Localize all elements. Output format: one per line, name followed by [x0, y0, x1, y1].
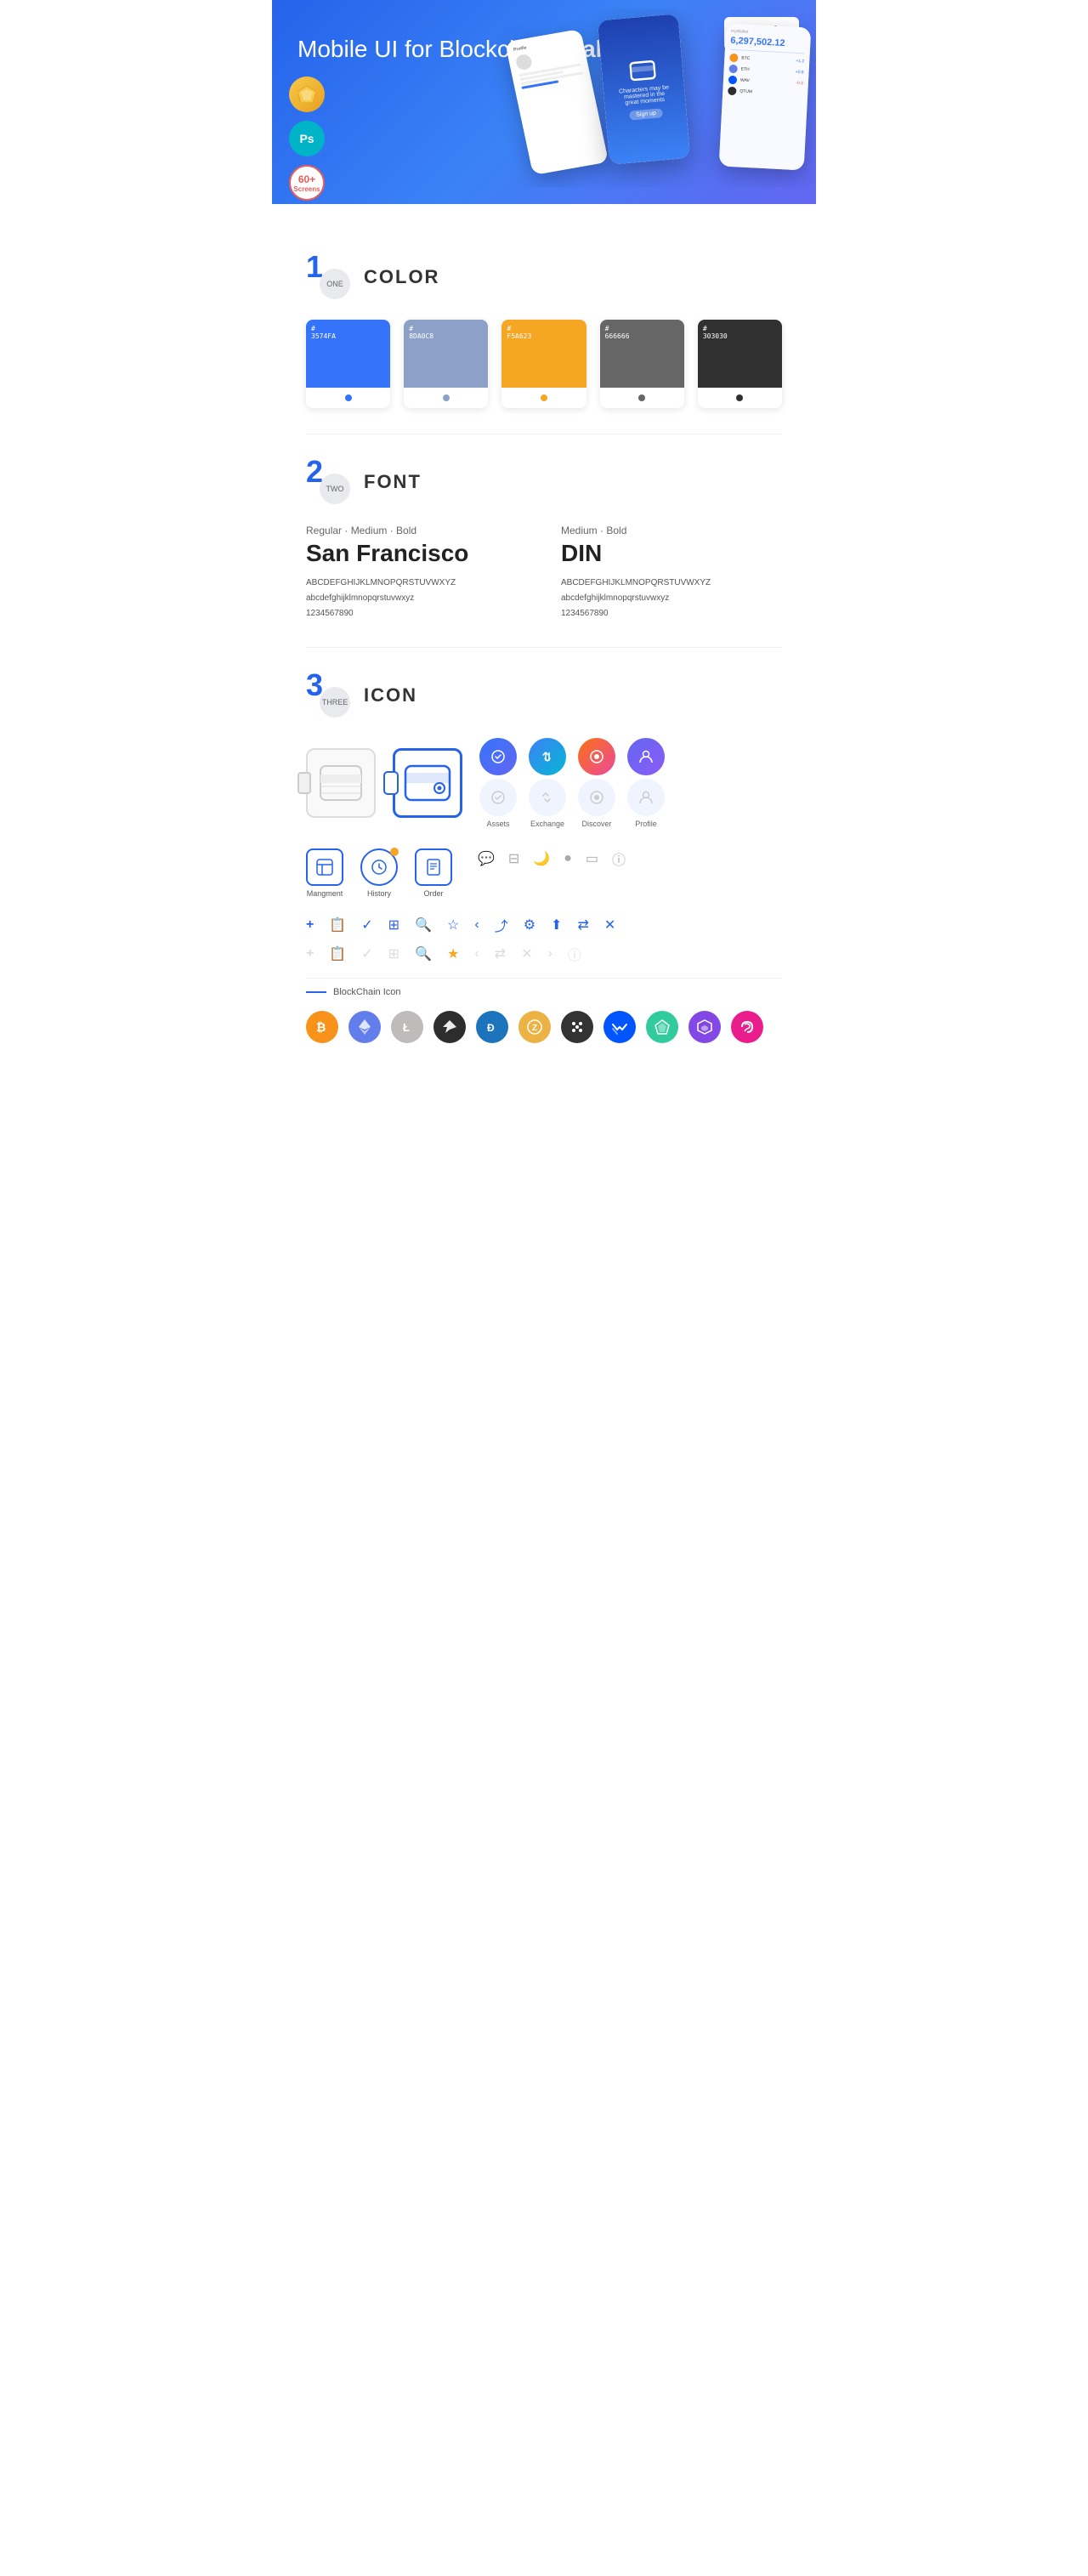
icon-wallet-colored [393, 748, 462, 818]
swap-icon: ⇄ [577, 916, 588, 933]
utility-icons-section: + 📋 ✓ ⊞ 🔍 ☆ ‹ ⤴ ⚙ ⬆ ⇄ ✕ + 📋 ✓ ⊞ 🔍 ★ ‹ ⇄ … [306, 915, 782, 964]
icon-assets: Assets [479, 738, 517, 828]
font-din: Medium · Bold DIN ABCDEFGHIJKLMNOPQRSTUV… [561, 525, 782, 621]
ps-badge: Ps [289, 121, 325, 156]
back-icon-outline: ‹ [474, 946, 479, 962]
blackcoin-icon [434, 1011, 466, 1043]
blockchain-label: BlockChain Icon [306, 987, 782, 997]
sketch-badge [289, 77, 325, 112]
font-section-header: 2 TWO FONT [306, 460, 782, 504]
waves-icon [604, 1011, 636, 1043]
forward-icon-outline: › [547, 946, 552, 962]
section-number-2: 2 TWO [306, 460, 350, 504]
icon-exchange: Exchange [529, 738, 566, 828]
layers-icon: ⊟ [508, 850, 519, 867]
icon-history: History [360, 848, 398, 898]
swatch-blue: #3574FA [306, 320, 390, 408]
icon-large-row: Assets Exchange [306, 738, 782, 828]
ethereum-icon [348, 1011, 381, 1043]
note-icon-outline: 📋 [329, 945, 346, 962]
plus-icon: + [306, 917, 314, 933]
star-filled-icon: ★ [447, 945, 459, 962]
export-icon: ⬆ [551, 916, 562, 933]
unknown-icon [731, 1011, 763, 1043]
icon-management: Mangment [306, 848, 343, 898]
litecoin-icon: Ł [391, 1011, 423, 1043]
kyber-icon [646, 1011, 678, 1043]
check-icon: ✓ [361, 916, 372, 933]
color-swatches: #3574FA #8DA0C8 #F5A623 #666666 #303030 [306, 320, 782, 408]
content-area: 1 ONE COLOR #3574FA #8DA0C8 #F5A623 #666… [272, 204, 816, 1069]
note-icon: 📋 [329, 916, 346, 933]
svg-text:₿: ₿ [316, 1020, 326, 1034]
svg-text:Đ: Đ [487, 1022, 495, 1034]
color-section-header: 1 ONE COLOR [306, 255, 782, 299]
x-icon-outline: ✕ [521, 945, 532, 962]
swap-arrows-icon: ⇄ [495, 945, 506, 962]
search-icon-outline: 🔍 [415, 945, 432, 962]
back-icon: ‹ [474, 917, 479, 933]
swatch-gray: #666666 [600, 320, 684, 408]
phone-center: Characters may be mastered in the great … [598, 14, 690, 165]
icon-profile: Profile [627, 738, 665, 828]
font-showcase: Regular · Medium · Bold San Francisco AB… [306, 525, 782, 621]
font-section-title: FONT [364, 471, 422, 493]
check-icon-outline: ✓ [361, 945, 372, 962]
plus-icon-outline: + [306, 946, 314, 962]
message-icon: ▭ [586, 850, 598, 867]
dash-icon: Đ [476, 1011, 508, 1043]
star-icon: ☆ [447, 916, 459, 933]
color-section-title: COLOR [364, 266, 439, 288]
icon-wireframe-1 [306, 748, 376, 818]
icon-app-row: Mangment History [306, 848, 782, 898]
hero-badges: Ps 60+ Screens [289, 77, 325, 201]
iota-icon [561, 1011, 593, 1043]
share-icon: ⤴ [495, 915, 508, 935]
qr-icon-outline: ⊞ [388, 945, 400, 962]
section-number-3: 3 THREE [306, 673, 350, 718]
info-icon-outline: ⓘ [568, 944, 581, 964]
bitcoin-icon: ₿ [306, 1011, 338, 1043]
moon-icon: 🌙 [533, 850, 550, 867]
named-icons-colored: Assets Exchange [479, 738, 665, 828]
swatch-dark: #303030 [698, 320, 782, 408]
swatch-gray-blue: #8DA0C8 [404, 320, 488, 408]
hero-section: Mobile UI for Blockchain Wallet UI Kit P… [272, 0, 816, 204]
circle-icon: ● [564, 851, 572, 866]
swatch-orange: #F5A623 [502, 320, 586, 408]
info-icon: ⓘ [612, 848, 626, 869]
blockchain-line [306, 991, 326, 993]
settings-icon: ⚙ [524, 916, 536, 933]
icon-section-title: ICON [364, 684, 417, 706]
misc-icons: 💬 ⊟ 🌙 ● ▭ ⓘ [478, 848, 626, 869]
crypto-icons-row: ₿ Ł Đ [306, 1011, 782, 1043]
screens-badge: 60+ Screens [289, 165, 325, 201]
svg-text:Z: Z [532, 1024, 537, 1033]
phone-mockups: Profile Characters may be mastered in th… [493, 9, 816, 187]
search-icon: 🔍 [415, 916, 432, 933]
section-number-1: 1 ONE [306, 255, 350, 299]
svg-text:Ł: Ł [403, 1021, 410, 1034]
chat-icon: 💬 [478, 850, 495, 867]
icon-discover: Discover [578, 738, 615, 828]
qr-icon: ⊞ [388, 916, 400, 933]
close-icon: ✕ [604, 916, 615, 933]
icon-order: Order [415, 848, 452, 898]
phone-right: myWallet 6,297,502.12 BTC +1.2 ETH +0.8 … [719, 23, 812, 170]
zcash-icon: Z [518, 1011, 551, 1043]
icon-section-header: 3 THREE ICON [306, 673, 782, 718]
matic-icon [688, 1011, 721, 1043]
font-sf: Regular · Medium · Bold San Francisco AB… [306, 525, 527, 621]
phone-left: Profile [505, 29, 609, 175]
